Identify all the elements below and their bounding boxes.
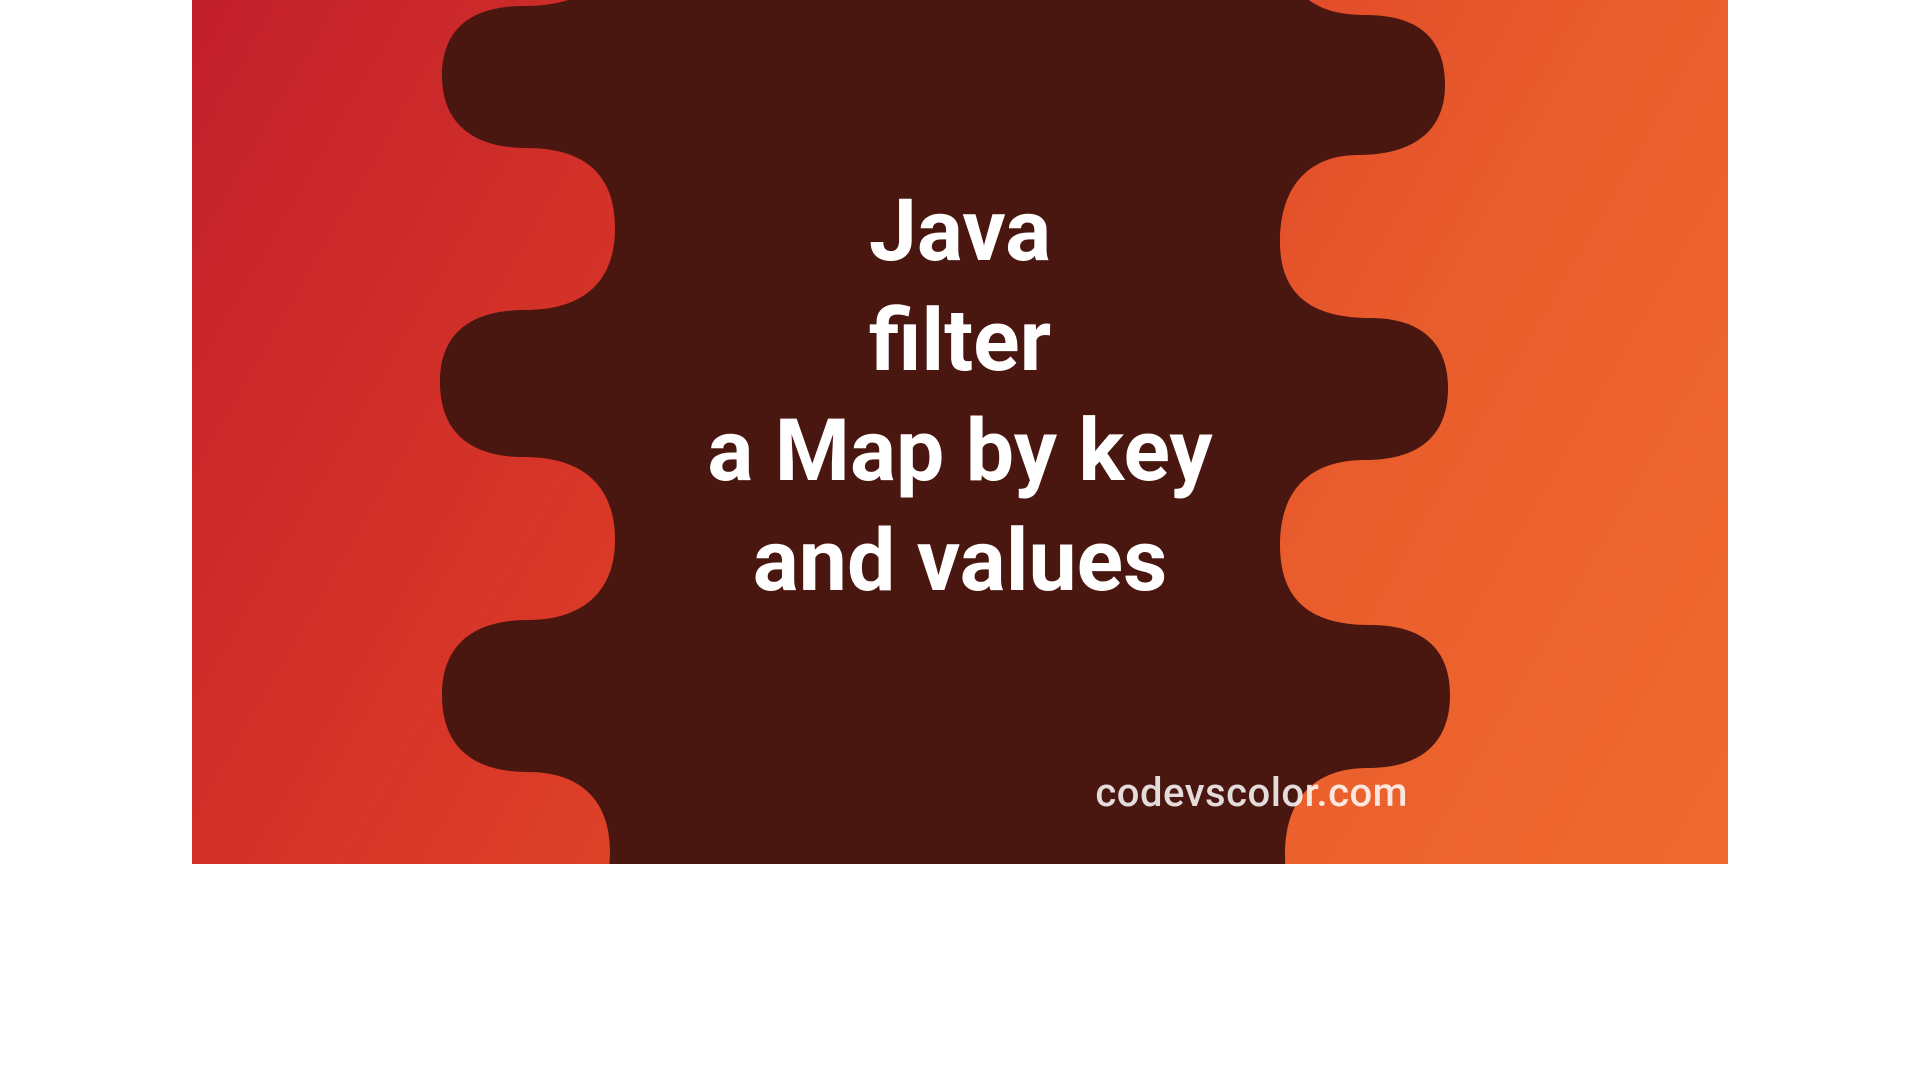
title-line-2: filter (707, 286, 1212, 396)
title-line-4: and values (707, 506, 1212, 616)
hero-banner: Java filter a Map by key and values code… (192, 0, 1728, 864)
site-credit: codevscolor.com (1095, 769, 1408, 816)
banner-title: Java filter a Map by key and values (707, 176, 1212, 616)
title-container: Java filter a Map by key and values (192, 0, 1728, 864)
title-line-3: a Map by key (707, 396, 1212, 506)
title-line-1: Java (707, 176, 1212, 286)
